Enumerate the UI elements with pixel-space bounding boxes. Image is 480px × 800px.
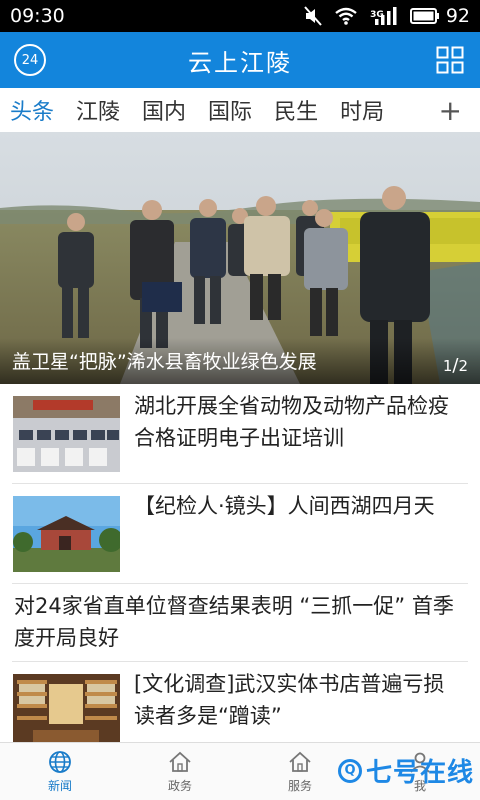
hero-banner[interactable]: 盖卫星“把脉”浠水县畜牧业绿色发展 1/2 (0, 132, 480, 384)
tab-domestic[interactable]: 国内 (142, 94, 186, 126)
mute-icon (304, 6, 322, 26)
tab-headline[interactable]: 头条 (10, 94, 54, 126)
globe-icon (49, 750, 71, 773)
news-title: 【纪检人·镜头】人间西湖四月天 (134, 494, 435, 518)
battery-level: 92 (445, 5, 470, 27)
news-title: [文化调查]武汉实体书店普遍亏损 读者多是“蹭读” (134, 672, 445, 728)
add-tab-button[interactable]: + (439, 94, 462, 127)
status-time: 09:30 (10, 5, 65, 27)
tab-jiangling[interactable]: 江陵 (76, 94, 120, 126)
news-item[interactable]: 湖北开展全省动物及动物产品检疫合格证明电子出证培训 (0, 384, 480, 484)
watermark-text: 七号在线 (365, 758, 474, 788)
news-item[interactable]: 对24家省直单位督查结果表明 “三抓一促” 首季度开局良好 (0, 584, 480, 662)
status-bar: 09:30 3G 92 (0, 0, 480, 32)
weather-badge-value: 24 (21, 52, 39, 68)
news-title: 对24家省直单位督查结果表明 “三抓一促” 首季度开局良好 (14, 594, 454, 650)
tab-international[interactable]: 国际 (208, 94, 252, 126)
wifi-icon (335, 7, 357, 25)
watermark-logo-icon: Q (337, 758, 362, 783)
category-tabs: 头条 江陵 国内 国际 民生 时局 + (0, 88, 480, 132)
status-icons: 3G 92 (304, 5, 470, 27)
nav-label: 政务 (167, 778, 192, 793)
nav-item-government[interactable]: 政务 (120, 743, 240, 800)
news-thumbnail (13, 674, 120, 742)
hero-pager: 1/2 (442, 355, 468, 376)
nav-label: 服务 (287, 778, 312, 793)
news-thumbnail (13, 396, 120, 472)
hero-pager-current: 1 (442, 357, 453, 375)
news-thumbnail (13, 496, 120, 572)
app-header: 24 云上江陵 (0, 32, 480, 88)
nav-item-news[interactable]: 新闻 (0, 743, 120, 800)
watermark: Q 七号在线 (337, 752, 474, 789)
home-icon (169, 751, 191, 772)
home-icon (289, 751, 311, 772)
hero-caption: 盖卫星“把脉”浠水县畜牧业绿色发展 (12, 351, 317, 373)
grid-menu-icon[interactable] (436, 46, 464, 74)
hero-pager-total: 2 (458, 357, 468, 375)
news-title: 湖北开展全省动物及动物产品检疫合格证明电子出证培训 (134, 394, 449, 450)
nav-label: 新闻 (47, 778, 72, 793)
app-title: 云上江陵 (188, 48, 292, 77)
battery-icon (409, 8, 439, 24)
news-item[interactable]: 【纪检人·镜头】人间西湖四月天 (0, 484, 480, 584)
tab-livelihood[interactable]: 民生 (274, 94, 318, 126)
news-item[interactable]: [文化调查]武汉实体书店普遍亏损 读者多是“蹭读” (0, 662, 480, 742)
weather-badge[interactable]: 24 (14, 44, 46, 76)
tab-current-affairs[interactable]: 时局 (340, 94, 384, 126)
network-type: 3G (370, 10, 384, 20)
